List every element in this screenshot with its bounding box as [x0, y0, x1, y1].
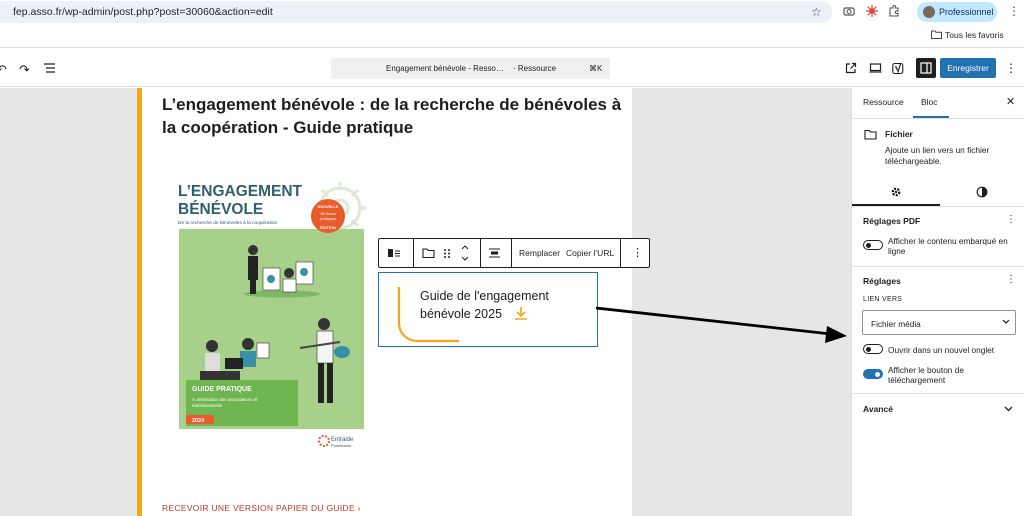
svg-text:pratiques: pratiques — [320, 217, 336, 221]
block-settings-tabs — [852, 176, 1024, 207]
block-description: Ajoute un lien vers un fichier télécharg… — [885, 145, 990, 166]
block-options-icon[interactable]: ⋮ — [632, 246, 643, 259]
svg-text:Protestante: Protestante — [331, 443, 352, 448]
move-arrows-icon[interactable] — [460, 244, 470, 262]
settings-sidebar: Ressource Bloc ✕ Fichier Ajoute un lien … — [851, 88, 1024, 516]
bookmarks-bar: Tous les favoris — [0, 24, 1024, 46]
folder-icon[interactable] — [422, 247, 435, 259]
all-bookmarks-link[interactable]: Tous les favoris — [945, 30, 1004, 40]
embed-toggle[interactable] — [863, 240, 883, 250]
chevron-down-icon — [1002, 319, 1010, 324]
extensions-puzzle-icon[interactable] — [888, 5, 900, 17]
settings-menu-icon[interactable]: ⋮ — [1006, 274, 1016, 285]
block-transform-icon[interactable] — [387, 247, 401, 259]
bookmark-star-icon[interactable]: ☆ — [811, 5, 822, 19]
list-view-icon[interactable] — [43, 62, 56, 74]
cover-heading-1: L’ENGAGEMENT — [178, 183, 303, 200]
command-palette-bar[interactable]: Engagement bénévole - Resso… · Ressource… — [331, 58, 610, 79]
extension-burst-icon[interactable] — [866, 5, 878, 17]
external-link-icon[interactable] — [845, 62, 857, 74]
pdf-settings-heading: Réglages PDF — [863, 216, 921, 226]
sidebar-tabs: Ressource Bloc ✕ — [852, 88, 1024, 119]
address-bar[interactable]: fep.asso.fr/wp-admin/post.php?post=30060… — [0, 1, 832, 23]
new-tab-toggle[interactable] — [863, 344, 883, 354]
camera-icon[interactable] — [843, 5, 855, 17]
link-to-select[interactable]: Fichier média — [862, 310, 1016, 335]
pdf-settings-menu-icon[interactable]: ⋮ — [1006, 214, 1016, 225]
link-to-value: Fichier média — [871, 319, 921, 329]
block-toolbar: Remplacer Copier l’URL ⋮ — [378, 238, 650, 268]
yoast-icon[interactable] — [892, 62, 904, 75]
drag-handle-icon[interactable] — [443, 247, 451, 259]
cover-heading-2: BÉNÉVOLE — [178, 201, 263, 218]
command-shortcut: ⌘K — [589, 64, 603, 73]
contrast-icon[interactable] — [976, 186, 988, 198]
embed-label: Afficher le contenu embarqué en ligne — [888, 236, 1008, 256]
undo-icon[interactable]: ↶ — [0, 62, 7, 78]
download-button-toggle[interactable] — [863, 369, 883, 379]
command-post-type: · Ressource — [513, 64, 557, 73]
svg-text:35 fiches: 35 fiches — [320, 212, 335, 216]
cover-subtitle: De la recherche de bénévoles à la coopér… — [178, 220, 278, 226]
svg-text:ÉDITION: ÉDITION — [320, 225, 336, 230]
file-block[interactable]: Guide de l'engagement bénévole 2025 — [378, 272, 598, 347]
sidebar-toggle-icon[interactable] — [916, 58, 936, 78]
command-title: Engagement bénévole - Resso… — [386, 64, 504, 73]
guide-label: GUIDE PRATIQUE — [192, 386, 252, 393]
gear-icon[interactable] — [890, 186, 902, 198]
copy-url-button[interactable]: Copier l’URL — [566, 248, 614, 258]
active-subtab-indicator — [852, 204, 940, 206]
svg-text:NOUVELLE: NOUVELLE — [318, 205, 339, 209]
avatar — [923, 6, 935, 18]
tab-bloc[interactable]: Bloc — [921, 97, 938, 107]
active-tab-indicator — [913, 116, 949, 118]
paper-version-link[interactable]: RECEVOIR UNE VERSION PAPIER DU GUIDE › — [162, 503, 361, 513]
editor-header: ↶ ↷ Engagement bénévole - Resso… · Resso… — [0, 47, 1024, 87]
svg-text:À destination des associations: À destination des associations et — [192, 396, 258, 402]
redo-icon[interactable]: ↷ — [19, 62, 30, 78]
cover-year: 2024 — [192, 418, 205, 424]
options-menu-icon[interactable]: ⋮ — [1005, 61, 1017, 75]
editor-canvas: L’engagement bénévole : de la recherche … — [0, 88, 851, 516]
profile-chip[interactable]: Professionnel — [917, 2, 997, 22]
guide-cover-image[interactable]: L’ENGAGEMENT BÉNÉVOLE De la recherche de… — [172, 176, 387, 451]
annotation-arrow — [595, 306, 847, 343]
svg-text:établissements: établissements — [192, 403, 223, 408]
profile-label: Professionnel — [939, 7, 994, 17]
link-to-label: LIEN VERS — [863, 296, 903, 303]
block-title: Fichier — [885, 129, 913, 139]
new-tab-label: Ouvrir dans un nouvel onglet — [888, 345, 995, 355]
close-icon[interactable]: ✕ — [1006, 95, 1015, 108]
browser-menu-icon[interactable]: ⋮ — [1008, 4, 1020, 18]
folder-icon — [864, 129, 877, 140]
settings-heading: Réglages — [863, 276, 901, 286]
save-button[interactable]: Enregistrer — [940, 58, 996, 78]
url-text[interactable]: fep.asso.fr/wp-admin/post.php?post=30060… — [13, 6, 273, 18]
download-icon[interactable] — [514, 306, 528, 320]
post-title[interactable]: L’engagement bénévole : de la recherche … — [162, 93, 622, 139]
browser-toolbar: fep.asso.fr/wp-admin/post.php?post=30060… — [0, 0, 1024, 24]
advanced-heading[interactable]: Avancé — [863, 404, 893, 414]
desktop-preview-icon[interactable] — [869, 62, 882, 74]
file-link-text[interactable]: Guide de l'engagement bénévole 2025 — [420, 287, 585, 323]
align-icon[interactable] — [488, 247, 501, 259]
chevron-down-icon[interactable] — [1004, 406, 1013, 412]
block-card: Fichier Ajoute un lien vers un fichier t… — [852, 119, 1024, 175]
tab-ressource[interactable]: Ressource — [863, 97, 904, 107]
replace-button[interactable]: Remplacer — [519, 248, 560, 258]
download-button-label: Afficher le bouton de téléchargement — [888, 365, 964, 385]
folder-icon — [931, 30, 942, 39]
